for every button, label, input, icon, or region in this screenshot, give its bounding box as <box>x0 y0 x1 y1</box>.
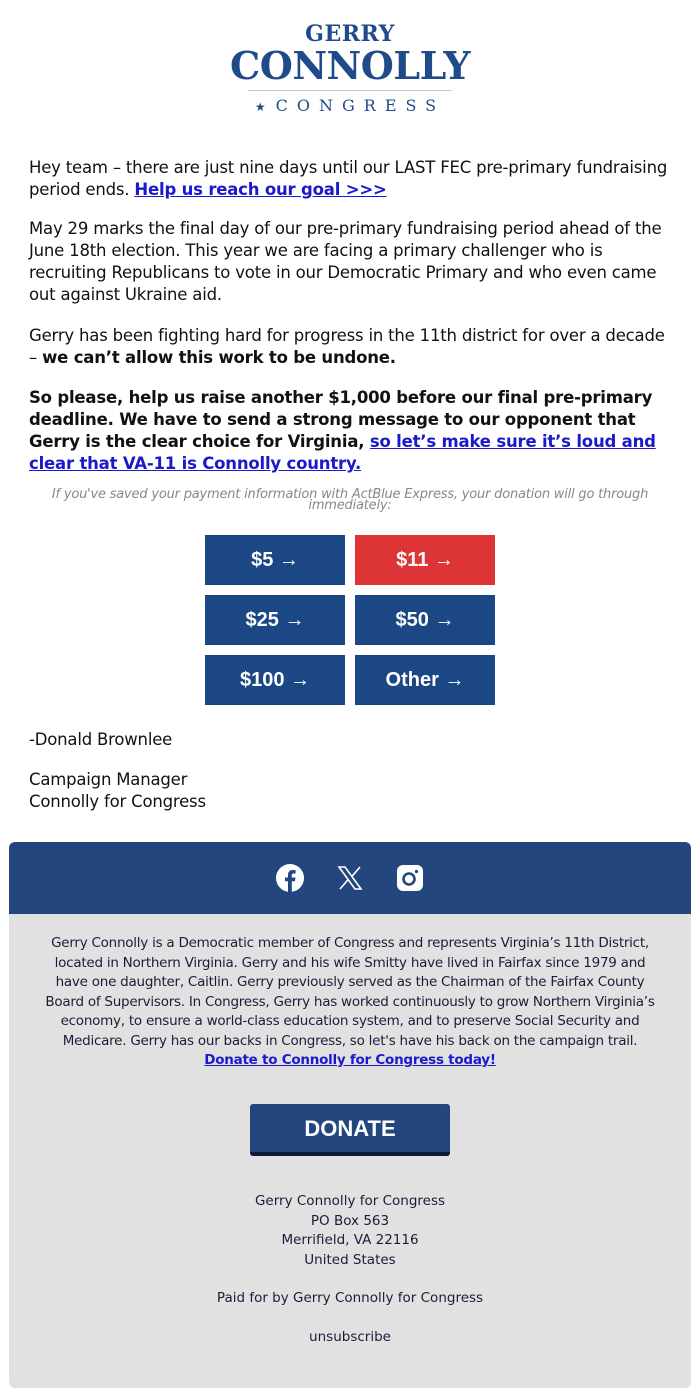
address-line: Merrifield, VA 22116 <box>281 1232 419 1248</box>
address-line: United States <box>304 1251 396 1268</box>
donate-5-button[interactable]: $5 → <box>205 535 345 585</box>
logo-divider <box>248 90 452 91</box>
donate-other-button[interactable]: Other → <box>355 655 495 705</box>
social-bar <box>9 842 691 914</box>
signature-name: -Donald Brownlee <box>29 730 173 749</box>
intro-paragraph: Hey team – there are just nine days unti… <box>29 157 674 201</box>
star-icon: ★ <box>254 100 266 114</box>
footer: Gerry Connolly is a Democratic member of… <box>9 842 691 1388</box>
logo-congress-text: CONGRESS <box>275 96 446 115</box>
donate-25-button[interactable]: $25 → <box>205 595 345 645</box>
signature-block: Campaign Manager Connolly for Congress <box>29 769 206 813</box>
logo-last-name: CONNOLLY <box>229 43 471 88</box>
donate-50-button[interactable]: $50 → <box>355 595 495 645</box>
mailing-address: Gerry Connolly for Congress PO Box 563 M… <box>9 1192 691 1270</box>
donate-100-button[interactable]: $100 → <box>205 655 345 705</box>
instagram-icon[interactable] <box>395 863 425 893</box>
donate-button[interactable]: DONATE <box>250 1104 450 1156</box>
candidate-bio: Gerry Connolly is a Democratic member of… <box>39 934 661 1071</box>
campaign-logo: GERRY CONNOLLY ★ CONGRESS <box>0 22 700 116</box>
unsubscribe-link[interactable]: unsubscribe <box>309 1329 391 1345</box>
ask-paragraph: So please, help us raise another $1,000 … <box>29 387 674 475</box>
deadline-paragraph: May 29 marks the final day of our pre-pr… <box>29 218 674 306</box>
signature-org: Connolly for Congress <box>29 792 206 811</box>
donate-today-link[interactable]: Donate to Connolly for Congress today! <box>204 1052 496 1068</box>
paid-for-disclaimer: Paid for by Gerry Connolly for Congress <box>216 1290 484 1306</box>
address-line: PO Box 563 <box>310 1212 390 1229</box>
facebook-icon[interactable] <box>275 863 305 893</box>
reach-goal-link[interactable]: Help us reach our goal >>> <box>134 180 386 199</box>
progress-paragraph: Gerry has been fighting hard for progres… <box>29 325 674 369</box>
logo-tagline: ★ CONGRESS <box>0 97 700 116</box>
x-twitter-icon[interactable] <box>335 863 365 893</box>
address-line: Gerry Connolly for Congress <box>254 1193 446 1209</box>
actblue-express-note: If you've saved your payment information… <box>51 487 649 513</box>
donate-11-button[interactable]: $11 → <box>355 535 495 585</box>
bio-text: Gerry Connolly is a Democratic member of… <box>45 935 655 1049</box>
deadline-text: May 29 marks the final day of our pre-pr… <box>29 219 662 304</box>
progress-bold-text: we can’t allow this work to be undone. <box>42 348 396 367</box>
signature-title: Campaign Manager <box>29 770 188 789</box>
